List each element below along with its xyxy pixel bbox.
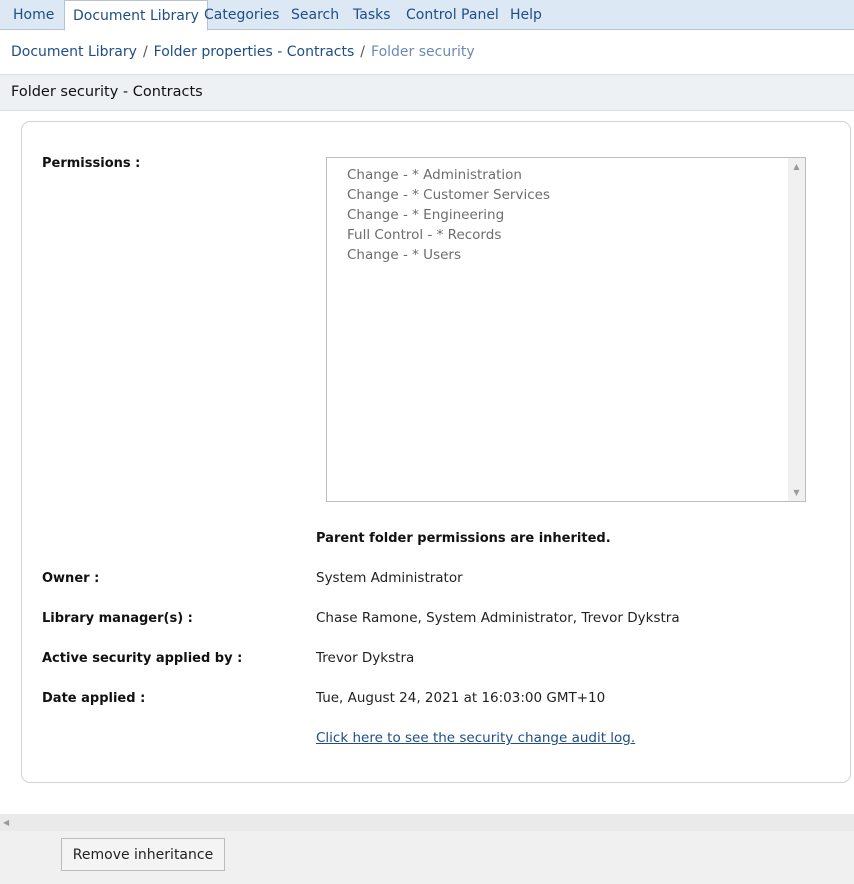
top-nav: Home Document Library Categories Search … [0, 0, 854, 31]
date-applied-label: Date applied : [42, 691, 146, 706]
permissions-listbox[interactable]: Change - * Administration Change - * Cus… [326, 157, 806, 502]
library-managers-label: Library manager(s) : [42, 611, 193, 626]
permission-item[interactable]: Full Control - * Records [347, 225, 550, 245]
owner-value: System Administrator [316, 570, 463, 586]
tab-categories[interactable]: Categories [196, 0, 287, 30]
breadcrumb-separator: / [142, 44, 148, 60]
remove-inheritance-button[interactable]: Remove inheritance [61, 838, 225, 871]
triangle-left-icon[interactable]: ◀ [3, 814, 9, 831]
tab-control-panel[interactable]: Control Panel [398, 0, 507, 30]
applied-by-value: Trevor Dykstra [316, 650, 415, 666]
library-managers-value: Chase Ramone, System Administrator, Trev… [316, 610, 680, 626]
tab-help[interactable]: Help [502, 0, 550, 30]
triangle-up-icon[interactable]: ▲ [788, 158, 805, 175]
date-applied-value: Tue, August 24, 2021 at 16:03:00 GMT+10 [316, 690, 606, 706]
permission-item[interactable]: Change - * Customer Services [347, 185, 550, 205]
triangle-down-icon[interactable]: ▼ [788, 484, 805, 501]
owner-label: Owner : [42, 571, 100, 586]
breadcrumb: Document Library / Folder properties - Con… [11, 44, 475, 62]
inherited-note: Parent folder permissions are inherited. [316, 531, 611, 546]
tab-home[interactable]: Home [5, 0, 62, 30]
page-title: Folder security - Contracts [11, 84, 203, 100]
tab-search[interactable]: Search [283, 0, 347, 30]
permission-item[interactable]: Change - * Engineering [347, 205, 550, 225]
security-panel: Permissions : Change - * Administration … [21, 121, 851, 783]
permissions-label: Permissions : [42, 156, 141, 171]
breadcrumb-document-library[interactable]: Document Library [11, 44, 137, 60]
footer-bar: Remove inheritance [0, 831, 854, 884]
tab-tasks[interactable]: Tasks [345, 0, 399, 30]
audit-log-link[interactable]: Click here to see the security change au… [316, 730, 635, 746]
title-bar: Folder security - Contracts [0, 74, 854, 111]
permissions-scrollbar[interactable]: ▲ ▼ [788, 158, 805, 501]
page-horizontal-scrollbar[interactable]: ◀ [0, 814, 854, 831]
applied-by-label: Active security applied by : [42, 651, 243, 666]
permissions-list: Change - * Administration Change - * Cus… [347, 165, 550, 265]
permission-item[interactable]: Change - * Administration [347, 165, 550, 185]
breadcrumb-separator: / [360, 44, 366, 60]
breadcrumb-folder-properties[interactable]: Folder properties - Contracts [154, 44, 355, 60]
breadcrumb-current: Folder security [371, 44, 475, 60]
tab-document-library[interactable]: Document Library [64, 0, 208, 31]
permission-item[interactable]: Change - * Users [347, 245, 550, 265]
